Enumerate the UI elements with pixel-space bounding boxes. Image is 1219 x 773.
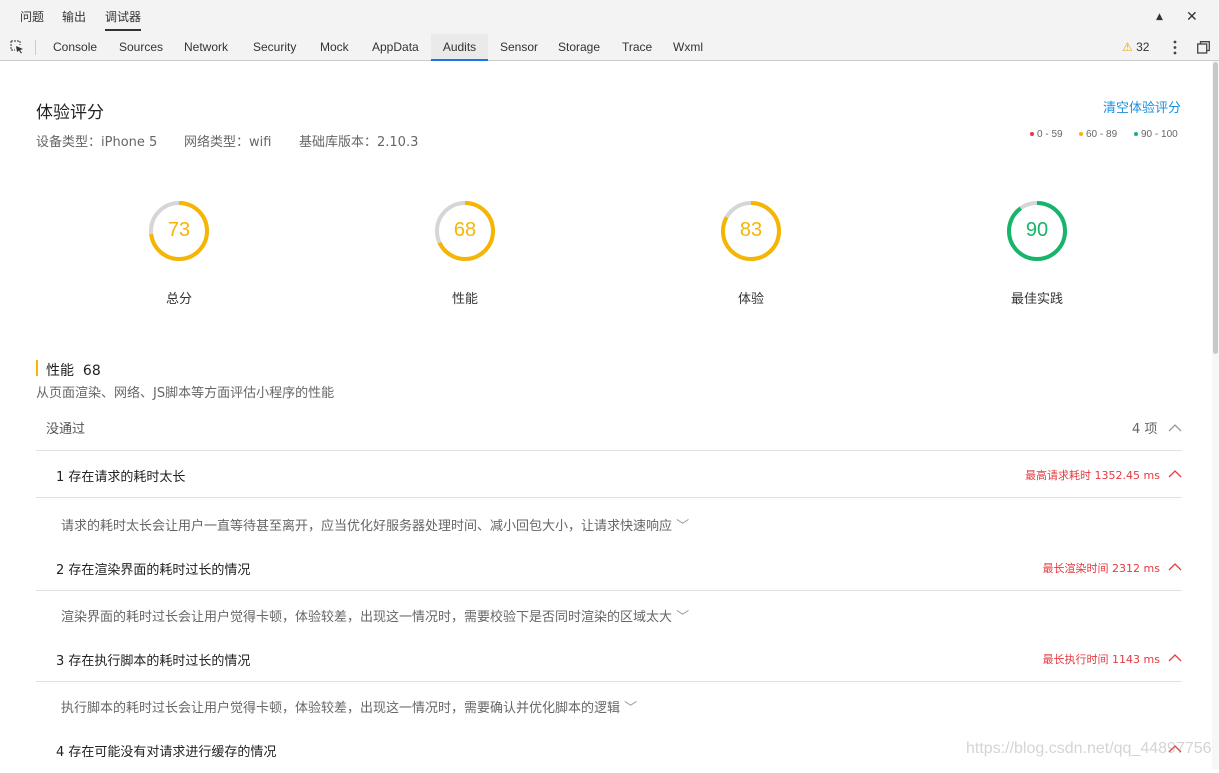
audit-description[interactable]: 渲染界面的耗时过长会让用户觉得卡顿，体验较差，出现这一情况时，需要校验下是否同时…	[61, 606, 689, 625]
chevron-down-icon[interactable]: ﹀	[676, 610, 689, 625]
legend-low: 0 - 59	[1030, 129, 1063, 140]
tab-mock[interactable]: Mock	[320, 34, 349, 61]
section-description: 从页面渲染、网络、JS脚本等方面评估小程序的性能	[36, 386, 335, 401]
audit-value: 最高请求耗时 1352.45 ms	[1025, 469, 1160, 482]
green-dot-icon	[1134, 132, 1138, 137]
tab-sources[interactable]: Sources	[119, 34, 163, 61]
audit-description[interactable]: 执行脚本的耗时过长会让用户觉得卡顿，体验较差，出现这一情况时，需要确认并优化脚本…	[61, 697, 637, 716]
audit-description[interactable]: 请求的耗时太长会让用户一直等待甚至离开，应当优化好服务器处理时间、减小回包大小，…	[61, 515, 689, 534]
chevron-up-icon[interactable]	[1168, 562, 1182, 572]
watermark: https://blog.csdn.net/qq_44897756	[966, 740, 1212, 757]
tab-security[interactable]: Security	[253, 34, 296, 61]
score-label-experience: 体验	[737, 292, 764, 307]
score-label-total: 总分	[165, 292, 192, 307]
orange-dot-icon	[1079, 132, 1083, 137]
audit-value: 最长渲染时间 2312 ms	[1042, 562, 1160, 575]
score-best-practice: 90	[1025, 219, 1049, 241]
drawer-tab-bar: 问题 输出 调试器 ▲ ✕	[0, 0, 1219, 34]
failed-label: 没通过	[46, 422, 86, 437]
tab-storage[interactable]: Storage	[558, 34, 600, 61]
audit-title: 3 存在执行脚本的耗时过长的情况	[56, 654, 251, 669]
dock-side-icon[interactable]	[1197, 41, 1210, 54]
chevron-down-icon[interactable]: ﹀	[624, 701, 637, 716]
page-title: 体验评分	[36, 103, 104, 123]
tab-wxml[interactable]: Wxml	[673, 34, 703, 61]
device-type: 设备类型：iPhone 5	[36, 135, 158, 150]
warning-count: 32	[1136, 40, 1150, 54]
drawer-tab-output[interactable]: 输出	[62, 0, 86, 32]
score-label-best-practice: 最佳实践	[1010, 292, 1063, 307]
tab-network[interactable]: Network	[184, 34, 228, 61]
failed-count: 4 项	[1132, 422, 1158, 437]
audit-item[interactable]: 3 存在执行脚本的耗时过长的情况 最长执行时间 1143 ms	[36, 636, 1182, 682]
drawer-tab-issues[interactable]: 问题	[20, 0, 44, 32]
audit-value: 最长执行时间 1143 ms	[1042, 653, 1160, 666]
section-accent-bar	[36, 360, 38, 376]
lib-version: 基础库版本：2.10.3	[299, 135, 419, 150]
scrollbar-thumb[interactable]	[1213, 62, 1218, 354]
tab-trace[interactable]: Trace	[622, 34, 652, 61]
close-icon[interactable]: ✕	[1186, 8, 1198, 26]
toolbar-divider	[35, 40, 36, 55]
section-title: 性能 68	[46, 363, 101, 379]
score-experience: 83	[739, 219, 763, 241]
clear-score-link[interactable]: 清空体验评分	[1103, 97, 1181, 116]
chevron-up-icon[interactable]	[1168, 469, 1182, 479]
audit-title: 1 存在请求的耗时太长	[56, 470, 186, 485]
failed-group-header[interactable]: 没通过 4 项	[36, 405, 1182, 451]
score-label-performance: 性能	[451, 292, 478, 307]
tab-appdata[interactable]: AppData	[372, 34, 419, 61]
devtools-panel-bar: Console Sources Network Security Mock Ap…	[0, 34, 1219, 61]
drawer-tab-debugger[interactable]: 调试器	[105, 0, 142, 31]
legend-high: 90 - 100	[1134, 129, 1178, 140]
score-performance: 68	[453, 219, 477, 241]
audit-title: 2 存在渲染界面的耗时过长的情况	[56, 563, 251, 578]
tab-sensor[interactable]: Sensor	[500, 34, 538, 61]
audit-title: 4 存在可能没有对请求进行缓存的情况	[56, 745, 277, 760]
red-dot-icon	[1030, 132, 1034, 137]
legend-mid: 60 - 89	[1079, 129, 1117, 140]
inspect-element-icon[interactable]	[10, 40, 24, 54]
audit-item[interactable]: 2 存在渲染界面的耗时过长的情况 最长渲染时间 2312 ms	[36, 545, 1182, 591]
chevron-up-icon[interactable]	[1168, 423, 1182, 433]
more-options-icon[interactable]	[1170, 40, 1180, 55]
triangle-up-icon[interactable]: ▲	[1156, 8, 1163, 26]
network-type: 网络类型：wifi	[184, 135, 272, 150]
audit-item[interactable]: 1 存在请求的耗时太长 最高请求耗时 1352.45 ms	[36, 452, 1182, 498]
warning-icon: ⚠	[1122, 40, 1133, 54]
tab-audits[interactable]: Audits	[431, 34, 488, 61]
warnings-counter[interactable]: ⚠ 32	[1122, 40, 1149, 55]
tab-console[interactable]: Console	[53, 34, 97, 61]
chevron-down-icon[interactable]: ﹀	[676, 519, 689, 534]
audit-report: 体验评分 清空体验评分 设备类型：iPhone 5 网络类型：wifi 基础库版…	[0, 61, 1212, 769]
chevron-up-icon[interactable]	[1168, 653, 1182, 663]
score-total: 73	[167, 219, 191, 241]
